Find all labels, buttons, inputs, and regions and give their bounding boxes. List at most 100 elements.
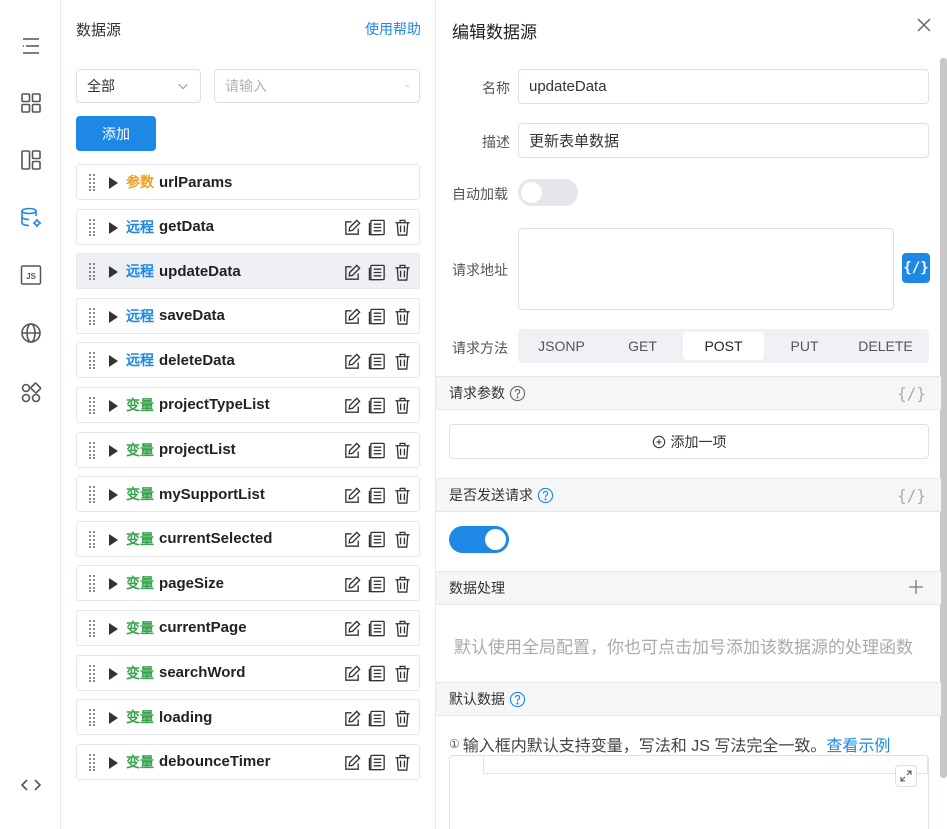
search-field[interactable] [214, 69, 420, 103]
close-icon[interactable] [916, 17, 932, 33]
drag-handle-icon[interactable] [88, 307, 96, 325]
drag-handle-icon[interactable] [88, 708, 96, 727]
edit-icon[interactable] [342, 619, 362, 639]
delete-icon[interactable] [392, 441, 412, 461]
expand-arrow-icon[interactable] [108, 265, 118, 279]
expand-arrow-icon[interactable] [108, 221, 118, 234]
delete-icon[interactable] [392, 351, 412, 371]
copy-icon[interactable] [367, 218, 387, 238]
expand-arrow-icon[interactable] [108, 711, 118, 725]
delete-icon[interactable] [392, 574, 412, 594]
drag-handle-icon[interactable] [88, 753, 96, 771]
datasource-item[interactable]: 变量 projectList [76, 431, 420, 468]
datasource-item[interactable]: 参数 urlParams [76, 164, 420, 200]
expand-arrow-icon[interactable] [108, 354, 118, 368]
expand-arrow-icon[interactable] [108, 444, 118, 457]
datasource-item[interactable]: 远程 saveData [76, 297, 420, 334]
delete-icon[interactable] [392, 485, 412, 505]
expand-arrow-icon[interactable] [108, 533, 118, 546]
datasource-item[interactable]: 变量 currentSelected [76, 520, 420, 557]
edit-icon[interactable] [342, 485, 362, 505]
datasource-item[interactable]: 远程 getData [76, 208, 420, 245]
help-icon[interactable] [537, 487, 554, 504]
type-filter-select[interactable]: 全部 [76, 69, 201, 103]
params-expression-button[interactable]: {/} [897, 384, 926, 403]
method-option-jsonp[interactable]: JSONP [521, 332, 602, 360]
send-request-toggle[interactable] [449, 526, 509, 553]
fullscreen-button[interactable] [895, 765, 917, 787]
drag-handle-icon[interactable] [88, 218, 96, 236]
delete-icon[interactable] [392, 396, 412, 416]
add-param-button[interactable]: 添加一项 [449, 424, 929, 459]
datasource-item[interactable]: 远程 updateData [76, 253, 420, 290]
copy-icon[interactable] [367, 351, 387, 371]
copy-icon[interactable] [367, 441, 387, 461]
copy-icon[interactable] [367, 753, 387, 773]
drag-handle-icon[interactable] [88, 485, 96, 504]
default-data-editor[interactable] [449, 755, 929, 829]
edit-icon[interactable] [342, 218, 362, 238]
edit-icon[interactable] [342, 307, 362, 327]
drag-handle-icon[interactable] [88, 262, 96, 281]
delete-icon[interactable] [392, 262, 412, 282]
name-field[interactable] [518, 69, 929, 104]
edit-icon[interactable] [342, 708, 362, 728]
datasource-item[interactable]: 变量 currentPage [76, 609, 420, 646]
expand-arrow-icon[interactable] [108, 310, 118, 323]
name-input[interactable] [529, 78, 918, 95]
edit-icon[interactable] [342, 262, 362, 282]
url-textarea[interactable] [518, 228, 894, 310]
js-icon[interactable]: JS [18, 262, 43, 287]
copy-icon[interactable] [367, 307, 387, 327]
desc-input[interactable] [529, 132, 918, 149]
datasource-item[interactable]: 变量 mySupportList [76, 476, 420, 513]
search-icon[interactable] [406, 79, 409, 93]
delete-icon[interactable] [392, 307, 412, 327]
send-expression-button[interactable]: {/} [897, 486, 926, 505]
datasource-item[interactable]: 变量 pageSize [76, 565, 420, 602]
delete-icon[interactable] [392, 664, 412, 684]
delete-icon[interactable] [392, 530, 412, 550]
autoload-toggle[interactable] [518, 179, 578, 206]
globe-icon[interactable] [18, 320, 43, 345]
drag-handle-icon[interactable] [88, 173, 96, 191]
datasource-settings-icon[interactable] [18, 205, 43, 230]
method-option-post[interactable]: POST [683, 332, 764, 360]
expand-arrow-icon[interactable] [108, 399, 118, 412]
add-datasource-button[interactable]: 添加 [76, 116, 156, 151]
view-example-link[interactable]: 查看示例 [826, 732, 890, 756]
copy-icon[interactable] [367, 396, 387, 416]
method-option-get[interactable]: GET [602, 332, 683, 360]
expand-arrow-icon[interactable] [108, 622, 118, 635]
scrollbar[interactable] [940, 58, 947, 778]
copy-icon[interactable] [367, 619, 387, 639]
copy-icon[interactable] [367, 485, 387, 505]
datasource-item[interactable]: 变量 projectTypeList [76, 386, 420, 423]
drag-handle-icon[interactable] [88, 441, 96, 459]
datasource-item[interactable]: 变量 searchWord [76, 654, 420, 691]
drag-handle-icon[interactable] [88, 574, 96, 593]
delete-icon[interactable] [392, 619, 412, 639]
method-option-put[interactable]: PUT [764, 332, 845, 360]
plus-icon[interactable] [908, 579, 924, 595]
copy-icon[interactable] [367, 530, 387, 550]
datasource-item[interactable]: 变量 loading [76, 699, 420, 736]
drag-handle-icon[interactable] [88, 664, 96, 682]
help-icon[interactable] [509, 691, 526, 708]
layout-icon[interactable] [18, 147, 43, 172]
edit-icon[interactable] [342, 664, 362, 684]
drag-handle-icon[interactable] [88, 396, 96, 414]
expand-arrow-icon[interactable] [108, 577, 118, 591]
edit-icon[interactable] [342, 574, 362, 594]
delete-icon[interactable] [392, 708, 412, 728]
outline-icon[interactable] [18, 33, 43, 58]
drag-handle-icon[interactable] [88, 530, 96, 548]
edit-icon[interactable] [342, 441, 362, 461]
delete-icon[interactable] [392, 218, 412, 238]
datasource-item[interactable]: 远程 deleteData [76, 342, 420, 379]
copy-icon[interactable] [367, 664, 387, 684]
expand-arrow-icon[interactable] [108, 756, 118, 769]
apps-icon[interactable] [18, 380, 43, 405]
delete-icon[interactable] [392, 753, 412, 773]
help-icon[interactable] [509, 385, 526, 402]
